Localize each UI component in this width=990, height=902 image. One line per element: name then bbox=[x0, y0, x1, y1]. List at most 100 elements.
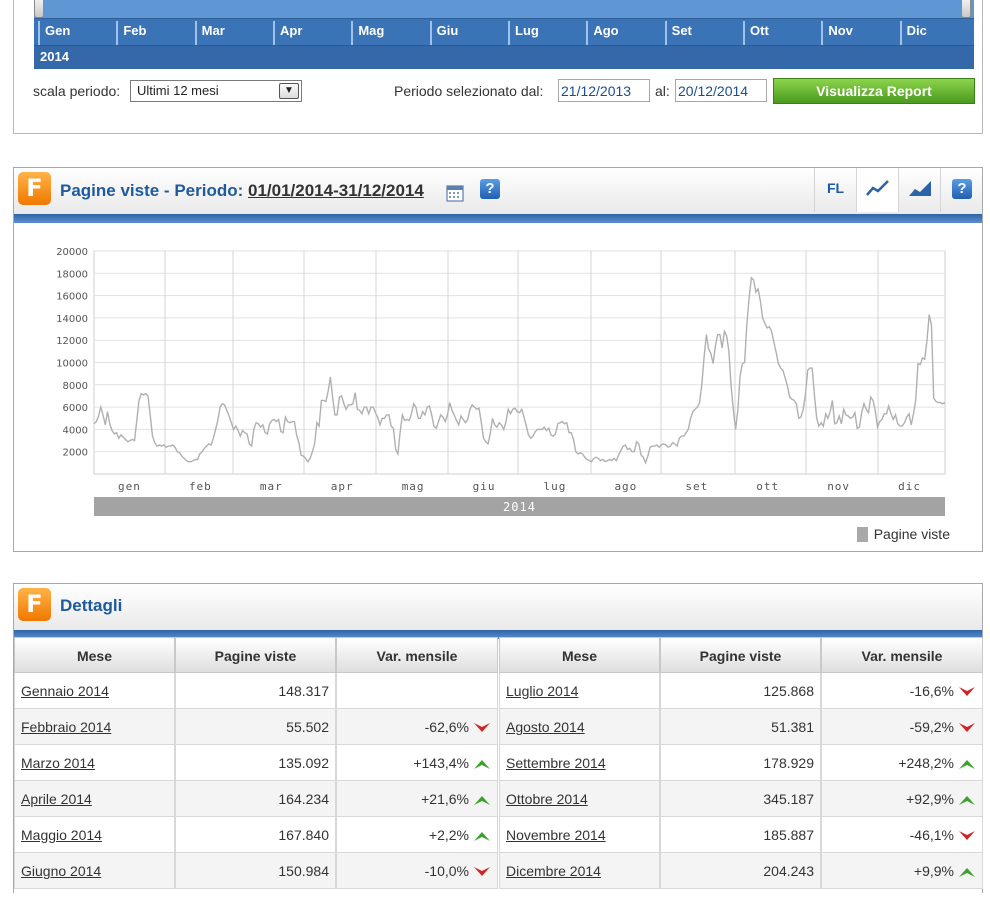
x-tick-label: lug bbox=[544, 480, 567, 493]
variation-value: +21,6% bbox=[421, 791, 469, 807]
chart-help-button[interactable]: ? bbox=[940, 168, 982, 212]
x-tick-label: ago bbox=[614, 480, 637, 493]
fl-label: FL bbox=[827, 180, 845, 196]
table-row: Febbraio 2014 55.502 -62,6% bbox=[14, 709, 498, 745]
scale-period-value: Ultimi 12 mesi bbox=[137, 83, 219, 98]
column-header[interactable]: Var. mensile bbox=[336, 637, 498, 673]
timeline-month[interactable]: Ago bbox=[586, 21, 662, 45]
variation-value: -59,2% bbox=[909, 719, 954, 735]
chart-title-period-link[interactable]: 01/01/2014-31/12/2014 bbox=[248, 181, 424, 200]
column-header[interactable]: Pagine viste bbox=[660, 637, 821, 673]
year-band-label: 2014 bbox=[503, 500, 536, 514]
column-header[interactable]: Mese bbox=[499, 637, 660, 673]
monthly-variation: -46,1% bbox=[821, 817, 983, 853]
arrow-up-icon bbox=[959, 796, 975, 806]
y-tick-label: 20000 bbox=[56, 247, 88, 258]
area-chart-button[interactable] bbox=[898, 168, 940, 212]
arrow-down-icon bbox=[474, 723, 490, 733]
month-link[interactable]: Marzo 2014 bbox=[14, 745, 175, 781]
timeline-month[interactable]: Feb bbox=[116, 21, 192, 45]
pageviews-value: 148.317 bbox=[175, 673, 336, 709]
monthly-variation: +21,6% bbox=[336, 781, 498, 817]
monthly-variation: +92,9% bbox=[821, 781, 983, 817]
variation-value: +2,2% bbox=[428, 827, 469, 843]
legend-swatch bbox=[856, 527, 868, 542]
arrow-up-icon bbox=[959, 868, 975, 878]
column-header[interactable]: Mese bbox=[14, 637, 175, 673]
month-link[interactable]: Luglio 2014 bbox=[499, 673, 660, 709]
timeline-month[interactable]: Lug bbox=[508, 21, 584, 45]
pageviews-value: 135.092 bbox=[175, 745, 336, 781]
column-header[interactable]: Var. mensile bbox=[821, 637, 983, 673]
pageviews-value: 150.984 bbox=[175, 853, 336, 889]
period-to-label: al: bbox=[655, 83, 670, 99]
fl-toggle-button[interactable]: FL bbox=[814, 168, 856, 212]
from-date-field[interactable] bbox=[558, 79, 650, 102]
monthly-variation: +2,2% bbox=[336, 817, 498, 853]
arrow-up-icon bbox=[474, 760, 490, 770]
help-icon: ? bbox=[952, 179, 972, 199]
chart-legend: Pagine viste bbox=[856, 526, 950, 542]
timeline-month[interactable]: Dic bbox=[899, 21, 976, 45]
arrow-down-icon bbox=[959, 723, 975, 733]
scale-period-select[interactable]: Ultimi 12 mesi ▼ bbox=[130, 80, 302, 102]
details-title: Dettagli bbox=[60, 596, 123, 615]
variation-value: +9,9% bbox=[913, 863, 954, 879]
column-header[interactable]: Pagine viste bbox=[175, 637, 336, 673]
timeline-range-bar[interactable] bbox=[34, 0, 974, 19]
x-tick-label: set bbox=[685, 480, 708, 493]
timeline-slider[interactable]: Gen Feb Mar Apr Mag Giu Lug Ago Set Ott Nov Dic 201… bbox=[34, 0, 974, 69]
x-tick-label: nov bbox=[827, 480, 850, 493]
details-panel: F Dettagli Mese Pagine viste Var. mensile G… bbox=[13, 583, 983, 893]
timeline-month[interactable]: Gen bbox=[38, 21, 114, 45]
scale-label: scala periodo: bbox=[33, 83, 121, 99]
view-report-button[interactable]: Visualizza Report bbox=[773, 78, 975, 104]
chevron-down-icon[interactable]: ▼ bbox=[279, 83, 299, 99]
timeline-month[interactable]: Set bbox=[664, 21, 741, 45]
monthly-variation: +248,2% bbox=[821, 745, 983, 781]
table-row: Gennaio 2014 148.317 bbox=[14, 673, 498, 709]
range-start-handle[interactable] bbox=[34, 0, 44, 18]
timeline-month[interactable]: Mar bbox=[194, 21, 271, 45]
x-tick-label: mar bbox=[260, 480, 283, 493]
to-date-field[interactable] bbox=[675, 79, 767, 102]
month-link[interactable]: Gennaio 2014 bbox=[14, 673, 175, 709]
chart-title-prefix: Pagine viste - Periodo: bbox=[60, 181, 244, 200]
arrow-down-icon bbox=[474, 867, 490, 877]
table-row: Agosto 2014 51.381 -59,2% bbox=[499, 709, 983, 745]
timeline-month[interactable]: Apr bbox=[273, 21, 349, 45]
monthly-variation: +9,9% bbox=[821, 853, 983, 889]
line-chart-icon bbox=[866, 180, 889, 196]
calendar-icon[interactable] bbox=[446, 184, 464, 202]
month-link[interactable]: Ottobre 2014 bbox=[499, 781, 660, 817]
timeline-month[interactable]: Nov bbox=[821, 21, 897, 45]
month-link[interactable]: Novembre 2014 bbox=[499, 817, 660, 853]
help-icon[interactable]: ? bbox=[480, 179, 500, 199]
pageviews-value: 125.868 bbox=[660, 673, 821, 709]
timeline-month[interactable]: Ott bbox=[743, 21, 819, 45]
timeline-month[interactable]: Mag bbox=[351, 21, 427, 45]
month-link[interactable]: Settembre 2014 bbox=[499, 745, 660, 781]
month-link[interactable]: Febbraio 2014 bbox=[14, 709, 175, 745]
y-tick-label: 8000 bbox=[63, 381, 88, 392]
variation-value: -16,6% bbox=[909, 683, 954, 699]
month-link[interactable]: Agosto 2014 bbox=[499, 709, 660, 745]
x-tick-label: ott bbox=[756, 480, 779, 493]
x-tick-label: feb bbox=[189, 480, 212, 493]
timeline-month[interactable]: Giu bbox=[429, 21, 506, 45]
arrow-up-icon bbox=[474, 832, 490, 842]
table-row: Settembre 2014 178.929 +248,2% bbox=[499, 745, 983, 781]
monthly-variation: -59,2% bbox=[821, 709, 983, 745]
month-link[interactable]: Giugno 2014 bbox=[14, 853, 175, 889]
arrow-down-icon bbox=[959, 831, 975, 841]
y-tick-label: 16000 bbox=[56, 292, 88, 303]
month-link[interactable]: Maggio 2014 bbox=[14, 817, 175, 853]
month-link[interactable]: Aprile 2014 bbox=[14, 781, 175, 817]
arrow-up-icon bbox=[474, 796, 490, 806]
month-link[interactable]: Dicembre 2014 bbox=[499, 853, 660, 889]
period-panel: Gen Feb Mar Apr Mag Giu Lug Ago Set Ott Nov Dic 201… bbox=[13, 0, 983, 134]
arrow-up-icon bbox=[959, 760, 975, 770]
table-row: Ottobre 2014 345.187 +92,9% bbox=[499, 781, 983, 817]
range-end-handle[interactable] bbox=[961, 0, 971, 18]
line-chart-button[interactable] bbox=[856, 168, 898, 212]
